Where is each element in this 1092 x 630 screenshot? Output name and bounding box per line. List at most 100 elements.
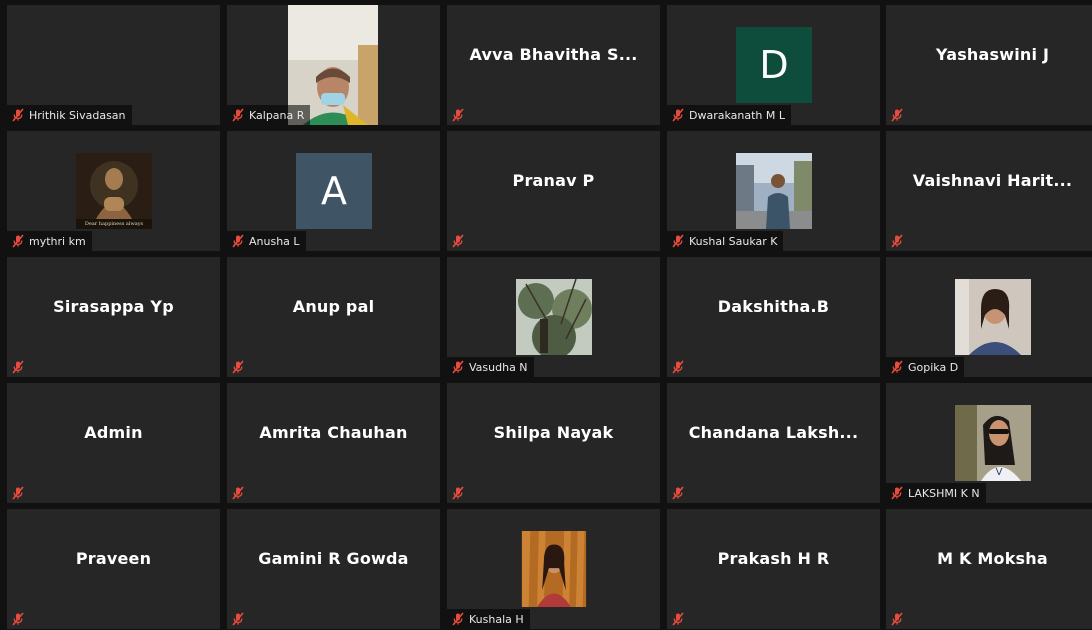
mic-muted-icon [451, 612, 465, 626]
participant-label: Anusha L [249, 234, 300, 248]
participant-status-bar: LAKSHMI K N [886, 483, 986, 503]
mic-muted-icon [890, 234, 904, 248]
participant-tile[interactable]: Gamini R Gowda [227, 509, 440, 629]
participant-status-bar: Gopika D [886, 357, 965, 377]
participant-label: Dwarakanath M L [689, 108, 785, 122]
participant-tile[interactable]: A Anusha L [227, 131, 440, 251]
participant-tile[interactable]: Dear happiness always mythri km [7, 131, 220, 251]
participant-label: Vasudha N [469, 360, 528, 374]
participant-status-bar [7, 609, 35, 629]
participant-name: Praveen [75, 548, 152, 568]
participant-label: Kushal Saukar K [689, 234, 778, 248]
participant-status-bar: Anusha L [227, 231, 306, 251]
mic-muted-icon [451, 360, 465, 374]
participant-tile[interactable]: Kalpana R [227, 5, 440, 125]
participant-status-bar [227, 357, 255, 377]
participant-label: Kushala H [469, 612, 524, 626]
participant-status-bar: Vasudha N [447, 357, 534, 377]
participant-name: Shilpa Nayak [493, 422, 614, 442]
mic-muted-icon [890, 108, 904, 122]
participant-label: Hrithik Sivadasan [29, 108, 126, 122]
participant-tile[interactable]: Shilpa Nayak [447, 383, 660, 503]
mic-muted-icon [11, 108, 25, 122]
person-curtain-photo [516, 531, 592, 607]
mic-muted-icon [11, 234, 25, 248]
participant-status-bar [667, 357, 695, 377]
participant-tile[interactable]: Kushal Saukar K [667, 131, 880, 251]
mic-muted-icon [671, 486, 685, 500]
mic-muted-icon [890, 486, 904, 500]
participant-label: mythri km [29, 234, 86, 248]
mic-muted-icon [231, 108, 245, 122]
participant-tile[interactable]: Gopika D [886, 257, 1092, 377]
mic-muted-icon [231, 360, 245, 374]
mic-muted-icon [451, 108, 465, 122]
participant-tile[interactable]: Amrita Chauhan [227, 383, 440, 503]
participant-status-bar [7, 483, 35, 503]
participant-status-bar [227, 609, 255, 629]
participant-name: Anup pal [292, 296, 375, 316]
participant-tile[interactable]: D Dwarakanath M L [667, 5, 880, 125]
participant-status-bar [447, 231, 475, 251]
participant-status-bar [886, 231, 914, 251]
avatar: D [736, 27, 812, 103]
mic-muted-icon [231, 234, 245, 248]
participant-tile[interactable]: Kushala H [447, 509, 660, 629]
participant-tile[interactable]: Dakshitha.B [667, 257, 880, 377]
participant-status-bar [667, 483, 695, 503]
participant-name: Sirasappa Yp [53, 296, 174, 316]
mic-muted-icon [451, 234, 465, 248]
participant-name: Prakash H R [717, 548, 830, 568]
participant-tile[interactable]: M K Moksha [886, 509, 1092, 629]
participant-tile[interactable]: Vaishnavi Harit... [886, 131, 1092, 251]
participant-name: Pranav P [512, 170, 595, 190]
person-street-photo [736, 153, 812, 229]
participant-status-bar [447, 105, 475, 125]
participant-status-bar [667, 609, 695, 629]
participant-status-bar: Kushala H [447, 609, 530, 629]
participant-status-bar: Hrithik Sivadasan [7, 105, 132, 125]
participant-name: Chandana Laksh... [688, 422, 859, 442]
participant-tile[interactable]: Yashaswini J [886, 5, 1092, 125]
participant-status-bar: Dwarakanath M L [667, 105, 791, 125]
participant-label: Kalpana R [249, 108, 305, 122]
person-sunglasses-photo: V [955, 405, 1031, 481]
participant-name: Vaishnavi Harit... [912, 170, 1073, 190]
mic-muted-icon [671, 108, 685, 122]
mic-muted-icon [451, 486, 465, 500]
participant-name: Admin [84, 422, 143, 442]
mic-muted-icon [231, 612, 245, 626]
buddha-statue-photo: Dear happiness always [76, 153, 152, 229]
participant-name: M K Moksha [937, 548, 1048, 568]
participant-status-bar: Kushal Saukar K [667, 231, 784, 251]
participant-tile[interactable]: Prakash H R [667, 509, 880, 629]
participant-tile[interactable]: Pranav P [447, 131, 660, 251]
participant-status-bar [886, 609, 914, 629]
participant-tile[interactable]: Anup pal [227, 257, 440, 377]
mic-muted-icon [671, 612, 685, 626]
participant-name: Amrita Chauhan [259, 422, 408, 442]
participant-tile[interactable]: Praveen [7, 509, 220, 629]
participant-status-bar [227, 483, 255, 503]
participant-status-bar [7, 357, 35, 377]
participant-name: Gamini R Gowda [258, 548, 409, 568]
participant-status-bar: mythri km [7, 231, 92, 251]
participant-tile[interactable]: Chandana Laksh... [667, 383, 880, 503]
participant-tile[interactable]: Sirasappa Yp [7, 257, 220, 377]
participant-tile[interactable]: Admin [7, 383, 220, 503]
mic-muted-icon [671, 234, 685, 248]
participant-gallery: Hrithik Sivadasan Kalpana R Avva Bhavitha … [0, 0, 1092, 630]
person-portrait-photo [955, 279, 1031, 355]
participant-name: Dakshitha.B [717, 296, 830, 316]
mic-muted-icon [231, 486, 245, 500]
participant-tile[interactable]: Hrithik Sivadasan [7, 5, 220, 125]
mic-muted-icon [11, 360, 25, 374]
participant-tile[interactable]: Vasudha N [447, 257, 660, 377]
participant-tile[interactable]: Avva Bhavitha S... [447, 5, 660, 125]
photo-caption: Dear happiness always [84, 221, 144, 227]
participant-label: LAKSHMI K N [908, 486, 980, 500]
participant-tile[interactable]: V LAKSHMI K N [886, 383, 1092, 503]
participant-status-bar [447, 483, 475, 503]
participant-label: Gopika D [908, 360, 959, 374]
mic-muted-icon [11, 612, 25, 626]
